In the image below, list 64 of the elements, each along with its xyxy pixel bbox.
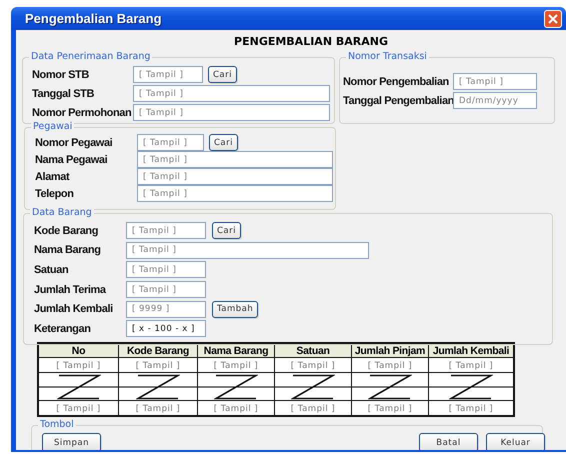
field-label: Nomor Pegawai — [35, 136, 114, 148]
table-cell: [ Tampil ] — [214, 404, 258, 414]
table-cell: [ Tampil ] — [136, 361, 180, 371]
group-title: Data Penerimaan Barang — [29, 51, 152, 62]
column-header: Kode Barang — [118, 343, 198, 358]
field-label: Keterangan — [34, 322, 92, 335]
field-label: Telepon — [35, 188, 75, 200]
table-cell: [ Tampil ] — [136, 404, 180, 414]
field-label: Nomor Permohonan — [32, 106, 132, 118]
column-header: Satuan — [274, 343, 352, 358]
table-cell: [ Tampil ] — [368, 361, 412, 371]
close-button[interactable] — [544, 10, 562, 28]
input-field[interactable]: [ Tampil ] — [133, 66, 203, 83]
field-label: Nama Barang — [34, 244, 102, 256]
field-label: Tanggal Pengembalian — [343, 94, 453, 106]
column-header: Nama Barang — [198, 343, 274, 358]
close-icon — [548, 14, 558, 24]
input-field[interactable]: Dd/mm/yyyy — [453, 92, 537, 109]
add-button[interactable]: Tambah — [212, 300, 258, 318]
cancel-button[interactable]: Batal — [419, 433, 478, 450]
search-button[interactable]: Cari — [209, 134, 238, 151]
input-field[interactable]: [ Tampil ] — [126, 222, 206, 240]
table-cell: [ Tampil ] — [368, 404, 412, 414]
column-header: No — [38, 343, 118, 358]
field-label: Jumlah Terima — [34, 284, 107, 296]
save-button[interactable]: Simpan — [42, 433, 101, 450]
input-field[interactable]: [ x - 100 - x ] — [126, 320, 206, 338]
field-label: Nomor STB — [32, 68, 90, 80]
field-label: Jumlah Kembali — [34, 303, 114, 316]
field-label: Nomor Pengembalian — [343, 76, 450, 88]
input-field[interactable]: [ 9999 ] — [126, 300, 206, 318]
exit-button[interactable]: Keluar — [486, 433, 545, 450]
input-field[interactable]: [ Tampil ] — [453, 73, 537, 90]
input-field[interactable]: [ Tampil ] — [137, 151, 333, 168]
field-label: Alamat — [35, 170, 70, 182]
field-label: Nama Pegawai — [35, 154, 108, 166]
search-button[interactable]: Cari — [208, 66, 237, 83]
field-label: Satuan — [34, 264, 70, 276]
input-field[interactable]: [ Tampil ] — [137, 168, 333, 185]
input-field[interactable]: [ Tampil ] — [133, 85, 330, 102]
table-cell: [ Tampil ] — [448, 361, 494, 371]
input-field[interactable]: [ Tampil ] — [126, 261, 206, 278]
table-cell: [ Tampil ] — [448, 404, 494, 414]
input-field[interactable]: [ Tampil ] — [126, 281, 206, 298]
column-header: Jumlah Kembali — [428, 343, 514, 358]
search-button[interactable]: Cari — [212, 222, 241, 240]
group-title: Nomor Transaksi — [346, 51, 429, 62]
column-header: Jumlah Pinjam — [352, 343, 428, 358]
form-heading: PENGEMBALIAN BARANG — [233, 34, 389, 50]
input-field[interactable]: [ Tampil ] — [137, 134, 204, 151]
table-cell: [ Tampil ] — [56, 404, 101, 414]
input-field[interactable]: [ Tampil ] — [126, 242, 369, 259]
table-cell: [ Tampil ] — [290, 404, 336, 414]
field-label: Tanggal STB — [32, 88, 96, 100]
group-title: Data Barang — [30, 207, 94, 218]
input-field[interactable]: [ Tampil ] — [133, 104, 330, 121]
field-label: Kode Barang — [34, 224, 100, 237]
group-title: Tombol — [38, 419, 76, 430]
table-cell: [ Tampil ] — [56, 361, 101, 371]
input-field[interactable]: [ Tampil ] — [137, 185, 333, 202]
window-title: Pengembalian Barang — [25, 11, 162, 26]
table-cell: [ Tampil ] — [290, 361, 336, 371]
table-cell: [ Tampil ] — [214, 361, 258, 371]
group-title: Pegawai — [31, 121, 74, 132]
